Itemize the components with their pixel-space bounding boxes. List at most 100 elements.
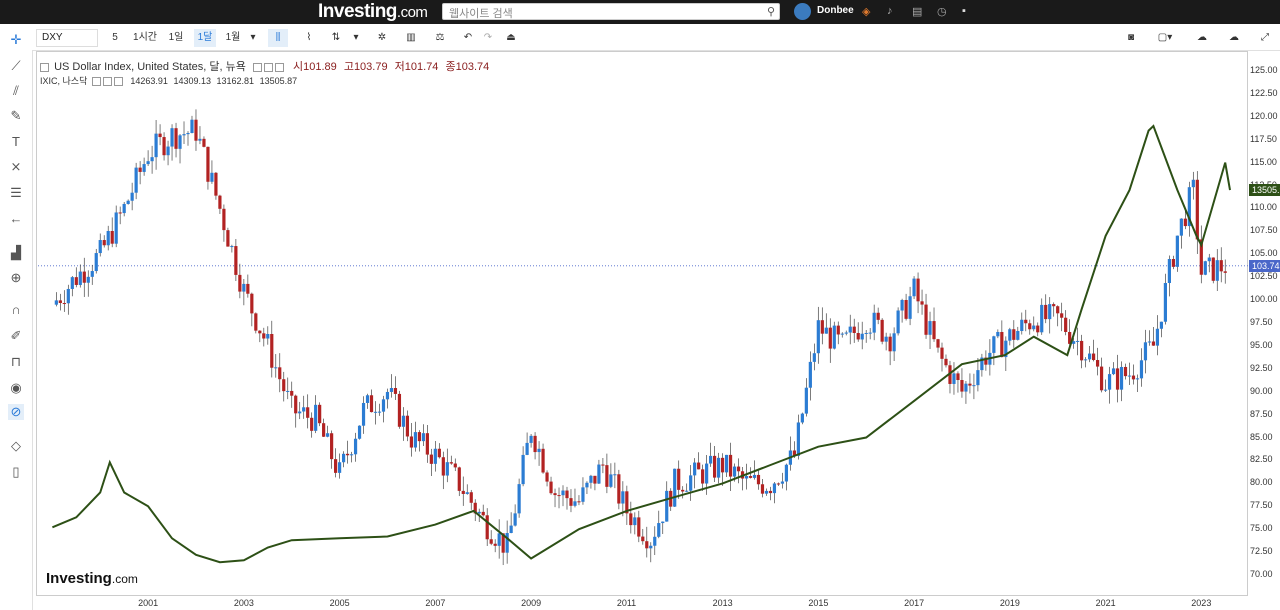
trash-icon[interactable]: ▯ [8,464,24,480]
y-tick-label: 115.00 [1250,156,1277,167]
current-price-tag: 103.74 [1249,259,1280,272]
x-tick-label: 2001 [138,598,159,608]
username-label[interactable]: Donbee [817,5,854,16]
compare-remove-icon[interactable] [113,77,123,87]
remove-legend-icon[interactable] [274,62,284,72]
y-tick-label: 90.00 [1250,385,1273,396]
settings-legend-icon[interactable] [263,62,273,72]
main-series-title: US Dollar Index, United States, 달, 뉴욕 [54,61,246,73]
unlock-icon[interactable]: ⊓ [8,354,24,370]
pro-icon[interactable]: ◈ [862,5,870,18]
parallel-channel-icon[interactable]: ⫽ [8,83,24,99]
y-tick-label: 82.50 [1250,454,1273,465]
compare-high: 14309.13 [173,76,211,86]
logo-main-text: Investing [318,1,397,22]
cloud-save-icon[interactable]: ☁ [1190,29,1214,47]
fibonacci-icon[interactable]: ☰ [8,185,24,201]
avatar[interactable] [794,3,811,20]
flag-icon[interactable]: ▪ [962,5,966,17]
lock-drawing-icon[interactable]: ✐ [8,328,24,344]
watermark-domain: .com [111,572,138,586]
magnet-icon[interactable]: ∩ [8,302,24,318]
open-value: 101.89 [303,61,337,73]
compare-series-title: IXIC, 나스닥 [40,76,88,86]
search-icon[interactable]: ⚲ [767,5,775,18]
portfolio-icon[interactable]: ▤ [912,5,922,18]
watermark-main: Investing [46,570,112,587]
interval-5min[interactable]: 5 [108,29,122,47]
investing-logo[interactable]: Investing.com [318,1,428,23]
interval-dropdown-icon[interactable]: ▾ [247,29,259,47]
bell-icon[interactable]: ♪ [887,5,893,17]
chart-type-icon[interactable]: ⌇ [298,29,320,47]
y-tick-label: 92.50 [1250,362,1273,373]
text-tool-icon[interactable]: T [8,134,24,150]
x-tick-label: 2017 [904,598,925,608]
x-tick-label: 2023 [1191,598,1212,608]
y-tick-label: 122.50 [1250,87,1278,98]
x-tick-label: 2007 [425,598,446,608]
eye-icon[interactable]: ◉ [8,380,24,396]
y-tick-label: 77.50 [1250,500,1273,511]
interval-1month[interactable]: 1달 [194,29,216,47]
y-tick-label: 117.50 [1250,133,1277,144]
brush-icon[interactable]: ✎ [8,108,24,124]
arrow-back-icon[interactable]: ← [8,211,24,227]
compare-price-tag: 13505.9 [1249,184,1280,197]
compare-series-legend: IXIC, 나스닥 14263.91 14309.13 13162.81 135… [40,74,297,87]
indicator-dropdown-icon[interactable]: ▾ [350,29,362,47]
layout-select-icon[interactable]: ▢▾ [1150,29,1180,47]
compare-visibility-icon[interactable] [91,77,101,87]
y-tick-label: 102.50 [1250,271,1278,282]
pattern-icon[interactable]: ⨯ [8,159,24,175]
chart-plot-area[interactable] [36,51,1248,596]
trendline-icon[interactable]: ⟋ [8,58,24,74]
x-tick-label: 2011 [616,598,637,608]
main-series-legend: US Dollar Index, United States, 달, 뉴욕 시1… [40,58,489,74]
compare-icon[interactable]: ⚖ [430,29,450,47]
chart-toolbar: DXY 5 1시간 1일 1달 1월 ▾ ⫼ ⌇ ⇅ ▾ ✲ ▥ ⚖ ↶ ↷ ⏏… [32,26,1280,51]
drawing-tools-sidebar: ✛ ⟋ ⫽ ✎ T ⨯ ☰ ← ▟ ⊕ ∩ ✐ ⊓ ◉ ⊘ ◇ ▯ [0,26,33,610]
y-tick-label: 120.00 [1250,110,1278,121]
y-tick-label: 75.00 [1250,523,1273,534]
search-input[interactable]: 웹사이트 검색 ⚲ [442,3,780,20]
compare-settings-icon[interactable] [102,77,112,87]
visibility-toggle-icon[interactable] [252,62,262,72]
x-tick-label: 2019 [999,598,1020,608]
settings-gear-icon[interactable]: ✲ [372,29,392,47]
clock-icon[interactable]: ◷ [937,5,947,18]
y-tick-label: 72.50 [1250,546,1273,557]
undo-icon[interactable]: ↶ [460,29,476,47]
link-icon[interactable]: ⊘ [8,404,24,420]
ruler-icon[interactable]: ▟ [8,245,24,261]
x-tick-label: 2015 [808,598,829,608]
x-tick-label: 2003 [233,598,254,608]
candle-style-icon[interactable]: ⫼ [268,29,288,47]
x-tick-label: 2009 [521,598,542,608]
x-tick-label: 2005 [329,598,350,608]
collapse-legend-icon[interactable] [40,62,49,72]
alert-icon[interactable]: ⏏ [502,29,520,47]
redo-icon[interactable]: ↷ [480,29,496,47]
studies-icon[interactable]: ▥ [400,29,422,47]
interval-1week[interactable]: 1월 [223,29,243,47]
layers-icon[interactable]: ◇ [8,438,24,454]
crosshair-icon[interactable]: ✛ [8,32,24,48]
y-tick-label: 125.00 [1250,65,1278,75]
cloud-load-icon[interactable]: ☁ [1222,29,1246,47]
indicator-icon[interactable]: ⇅ [328,29,344,47]
open-label: 시 [292,61,304,73]
symbol-input[interactable]: DXY [36,29,98,47]
x-tick-label: 2013 [712,598,733,608]
fullscreen-icon[interactable]: ⤢ [1256,29,1274,47]
interval-1hour[interactable]: 1시간 [132,29,158,47]
zoom-in-icon[interactable]: ⊕ [8,270,24,286]
close-label: 종 [445,61,456,73]
x-tick-label: 2021 [1095,598,1116,608]
camera-icon[interactable]: ◙ [1120,29,1142,47]
search-placeholder: 웹사이트 검색 [449,8,513,20]
y-tick-label: 70.00 [1250,569,1273,579]
interval-1day[interactable]: 1일 [166,29,186,47]
y-tick-label: 97.50 [1250,317,1273,327]
compare-low: 13162.81 [216,76,255,86]
